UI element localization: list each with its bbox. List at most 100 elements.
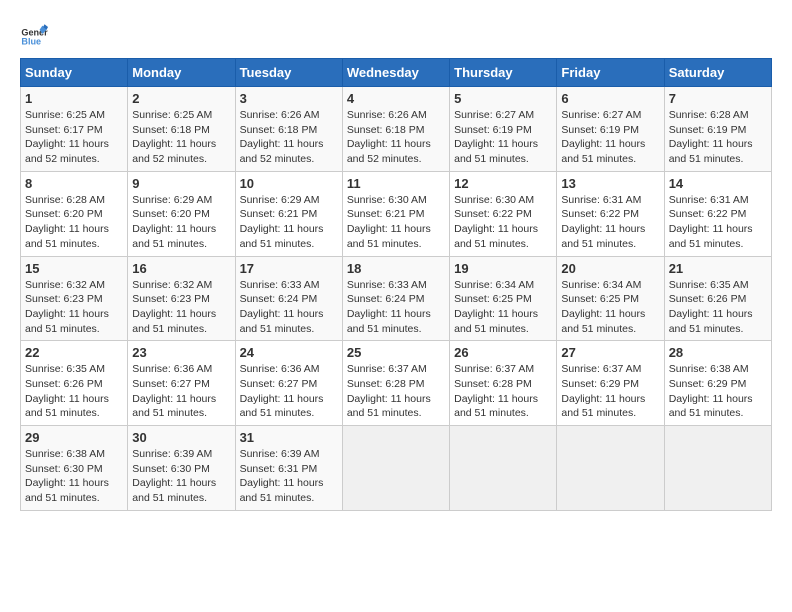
week-row-2: 8 Sunrise: 6:28 AM Sunset: 6:20 PM Dayli… — [21, 171, 772, 256]
week-row-3: 15 Sunrise: 6:32 AM Sunset: 6:23 PM Dayl… — [21, 256, 772, 341]
day-number: 4 — [347, 91, 445, 106]
calendar-cell: 17 Sunrise: 6:33 AM Sunset: 6:24 PM Dayl… — [235, 256, 342, 341]
day-number: 16 — [132, 261, 230, 276]
calendar-cell — [342, 426, 449, 511]
day-number: 17 — [240, 261, 338, 276]
week-row-5: 29 Sunrise: 6:38 AM Sunset: 6:30 PM Dayl… — [21, 426, 772, 511]
day-number: 3 — [240, 91, 338, 106]
header-cell-thursday: Thursday — [450, 59, 557, 87]
day-number: 9 — [132, 176, 230, 191]
calendar-cell: 28 Sunrise: 6:38 AM Sunset: 6:29 PM Dayl… — [664, 341, 771, 426]
day-number: 15 — [25, 261, 123, 276]
calendar-cell: 3 Sunrise: 6:26 AM Sunset: 6:18 PM Dayli… — [235, 87, 342, 172]
header-cell-saturday: Saturday — [664, 59, 771, 87]
day-info: Sunrise: 6:28 AM Sunset: 6:19 PM Dayligh… — [669, 108, 767, 167]
calendar-cell: 1 Sunrise: 6:25 AM Sunset: 6:17 PM Dayli… — [21, 87, 128, 172]
day-info: Sunrise: 6:36 AM Sunset: 6:27 PM Dayligh… — [132, 362, 230, 421]
calendar-cell: 31 Sunrise: 6:39 AM Sunset: 6:31 PM Dayl… — [235, 426, 342, 511]
day-number: 26 — [454, 345, 552, 360]
day-info: Sunrise: 6:34 AM Sunset: 6:25 PM Dayligh… — [561, 278, 659, 337]
calendar-cell — [450, 426, 557, 511]
day-info: Sunrise: 6:25 AM Sunset: 6:18 PM Dayligh… — [132, 108, 230, 167]
calendar-body: 1 Sunrise: 6:25 AM Sunset: 6:17 PM Dayli… — [21, 87, 772, 511]
calendar-cell: 5 Sunrise: 6:27 AM Sunset: 6:19 PM Dayli… — [450, 87, 557, 172]
day-number: 24 — [240, 345, 338, 360]
day-number: 19 — [454, 261, 552, 276]
day-info: Sunrise: 6:29 AM Sunset: 6:20 PM Dayligh… — [132, 193, 230, 252]
header-cell-wednesday: Wednesday — [342, 59, 449, 87]
calendar-cell: 12 Sunrise: 6:30 AM Sunset: 6:22 PM Dayl… — [450, 171, 557, 256]
day-info: Sunrise: 6:37 AM Sunset: 6:29 PM Dayligh… — [561, 362, 659, 421]
calendar-cell: 16 Sunrise: 6:32 AM Sunset: 6:23 PM Dayl… — [128, 256, 235, 341]
day-number: 18 — [347, 261, 445, 276]
day-info: Sunrise: 6:36 AM Sunset: 6:27 PM Dayligh… — [240, 362, 338, 421]
calendar-cell: 2 Sunrise: 6:25 AM Sunset: 6:18 PM Dayli… — [128, 87, 235, 172]
calendar-cell: 27 Sunrise: 6:37 AM Sunset: 6:29 PM Dayl… — [557, 341, 664, 426]
calendar-cell: 20 Sunrise: 6:34 AM Sunset: 6:25 PM Dayl… — [557, 256, 664, 341]
calendar-cell: 11 Sunrise: 6:30 AM Sunset: 6:21 PM Dayl… — [342, 171, 449, 256]
day-info: Sunrise: 6:35 AM Sunset: 6:26 PM Dayligh… — [669, 278, 767, 337]
day-info: Sunrise: 6:39 AM Sunset: 6:31 PM Dayligh… — [240, 447, 338, 506]
day-info: Sunrise: 6:33 AM Sunset: 6:24 PM Dayligh… — [240, 278, 338, 337]
day-number: 14 — [669, 176, 767, 191]
logo-icon: General Blue — [20, 20, 48, 48]
day-number: 25 — [347, 345, 445, 360]
day-info: Sunrise: 6:27 AM Sunset: 6:19 PM Dayligh… — [561, 108, 659, 167]
calendar-cell — [557, 426, 664, 511]
calendar-cell: 7 Sunrise: 6:28 AM Sunset: 6:19 PM Dayli… — [664, 87, 771, 172]
day-info: Sunrise: 6:32 AM Sunset: 6:23 PM Dayligh… — [132, 278, 230, 337]
day-number: 2 — [132, 91, 230, 106]
calendar-cell: 18 Sunrise: 6:33 AM Sunset: 6:24 PM Dayl… — [342, 256, 449, 341]
day-info: Sunrise: 6:30 AM Sunset: 6:22 PM Dayligh… — [454, 193, 552, 252]
calendar-cell: 15 Sunrise: 6:32 AM Sunset: 6:23 PM Dayl… — [21, 256, 128, 341]
day-info: Sunrise: 6:28 AM Sunset: 6:20 PM Dayligh… — [25, 193, 123, 252]
day-number: 20 — [561, 261, 659, 276]
calendar-cell — [664, 426, 771, 511]
calendar-cell: 6 Sunrise: 6:27 AM Sunset: 6:19 PM Dayli… — [557, 87, 664, 172]
day-number: 27 — [561, 345, 659, 360]
day-info: Sunrise: 6:38 AM Sunset: 6:29 PM Dayligh… — [669, 362, 767, 421]
day-info: Sunrise: 6:26 AM Sunset: 6:18 PM Dayligh… — [240, 108, 338, 167]
day-info: Sunrise: 6:32 AM Sunset: 6:23 PM Dayligh… — [25, 278, 123, 337]
calendar-cell: 22 Sunrise: 6:35 AM Sunset: 6:26 PM Dayl… — [21, 341, 128, 426]
day-number: 13 — [561, 176, 659, 191]
logo: General Blue — [20, 20, 52, 48]
day-number: 10 — [240, 176, 338, 191]
day-info: Sunrise: 6:25 AM Sunset: 6:17 PM Dayligh… — [25, 108, 123, 167]
calendar-header: SundayMondayTuesdayWednesdayThursdayFrid… — [21, 59, 772, 87]
day-number: 1 — [25, 91, 123, 106]
week-row-4: 22 Sunrise: 6:35 AM Sunset: 6:26 PM Dayl… — [21, 341, 772, 426]
day-number: 6 — [561, 91, 659, 106]
day-number: 11 — [347, 176, 445, 191]
calendar-cell: 25 Sunrise: 6:37 AM Sunset: 6:28 PM Dayl… — [342, 341, 449, 426]
calendar-cell: 30 Sunrise: 6:39 AM Sunset: 6:30 PM Dayl… — [128, 426, 235, 511]
day-number: 30 — [132, 430, 230, 445]
day-info: Sunrise: 6:33 AM Sunset: 6:24 PM Dayligh… — [347, 278, 445, 337]
day-info: Sunrise: 6:38 AM Sunset: 6:30 PM Dayligh… — [25, 447, 123, 506]
day-info: Sunrise: 6:37 AM Sunset: 6:28 PM Dayligh… — [454, 362, 552, 421]
calendar-cell: 10 Sunrise: 6:29 AM Sunset: 6:21 PM Dayl… — [235, 171, 342, 256]
day-number: 12 — [454, 176, 552, 191]
day-info: Sunrise: 6:37 AM Sunset: 6:28 PM Dayligh… — [347, 362, 445, 421]
header-row: SundayMondayTuesdayWednesdayThursdayFrid… — [21, 59, 772, 87]
day-number: 23 — [132, 345, 230, 360]
calendar-cell: 9 Sunrise: 6:29 AM Sunset: 6:20 PM Dayli… — [128, 171, 235, 256]
day-info: Sunrise: 6:30 AM Sunset: 6:21 PM Dayligh… — [347, 193, 445, 252]
day-info: Sunrise: 6:35 AM Sunset: 6:26 PM Dayligh… — [25, 362, 123, 421]
calendar-cell: 29 Sunrise: 6:38 AM Sunset: 6:30 PM Dayl… — [21, 426, 128, 511]
calendar-cell: 26 Sunrise: 6:37 AM Sunset: 6:28 PM Dayl… — [450, 341, 557, 426]
calendar-cell: 4 Sunrise: 6:26 AM Sunset: 6:18 PM Dayli… — [342, 87, 449, 172]
day-number: 7 — [669, 91, 767, 106]
day-number: 31 — [240, 430, 338, 445]
header-cell-monday: Monday — [128, 59, 235, 87]
header-cell-sunday: Sunday — [21, 59, 128, 87]
page-header: General Blue — [20, 20, 772, 48]
calendar-cell: 13 Sunrise: 6:31 AM Sunset: 6:22 PM Dayl… — [557, 171, 664, 256]
calendar-cell: 23 Sunrise: 6:36 AM Sunset: 6:27 PM Dayl… — [128, 341, 235, 426]
day-info: Sunrise: 6:31 AM Sunset: 6:22 PM Dayligh… — [669, 193, 767, 252]
calendar-table: SundayMondayTuesdayWednesdayThursdayFrid… — [20, 58, 772, 511]
day-info: Sunrise: 6:27 AM Sunset: 6:19 PM Dayligh… — [454, 108, 552, 167]
svg-text:Blue: Blue — [21, 37, 41, 47]
header-cell-tuesday: Tuesday — [235, 59, 342, 87]
calendar-cell: 19 Sunrise: 6:34 AM Sunset: 6:25 PM Dayl… — [450, 256, 557, 341]
